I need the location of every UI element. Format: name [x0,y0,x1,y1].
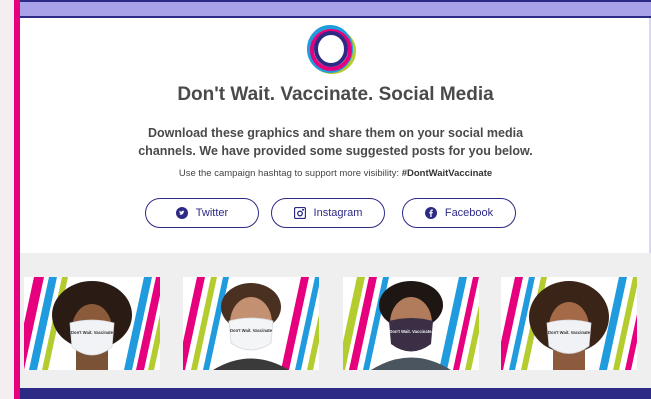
graphic-thumbnail-4[interactable]: Don't Wait. Vaccinate [501,277,637,370]
twitter-button-label: Twitter [195,207,229,219]
top-banner [20,0,651,18]
mask-text-2: Don't Wait. Vaccinate [230,328,273,333]
mask-text-3: Don't Wait. Vaccinate. [389,329,432,334]
page-description: Download these graphics and share them o… [138,126,533,158]
hashtag-note: Use the campaign hashtag to support more… [20,168,651,179]
graphics-gallery: Don't Wait. Vaccinate Don't Wait. Vaccin… [20,253,651,388]
campaign-logo-rings [307,25,356,74]
content-page: Don't Wait. Vaccinate. Social Media Down… [20,0,651,399]
hashtag-prefix: Use the campaign hashtag to support more… [178,168,402,179]
graphic-thumbnail-1[interactable]: Don't Wait. Vaccinate [24,277,160,370]
twitter-button[interactable]: Twitter [145,198,259,228]
twitter-icon [175,207,188,219]
graphic-thumbnail-3[interactable]: Don't Wait. Vaccinate. [343,277,479,370]
facebook-button[interactable]: Facebook [402,198,516,228]
facebook-button-label: Facebook [444,207,494,219]
page-title: Don't Wait. Vaccinate. Social Media [177,84,494,105]
mask-text-1: Don't Wait. Vaccinate [71,330,114,335]
facebook-icon [424,207,437,219]
instagram-icon [293,207,306,219]
mask-text-4: Don't Wait. Vaccinate [548,330,591,335]
instagram-button-label: Instagram [313,207,363,219]
hashtag-text: #DontWaitVaccinate [401,168,493,179]
graphic-thumbnail-2[interactable]: Don't Wait. Vaccinate [183,277,319,370]
instagram-button[interactable]: Instagram [271,198,385,228]
bottom-banner [20,388,651,399]
left-margin [0,0,14,399]
